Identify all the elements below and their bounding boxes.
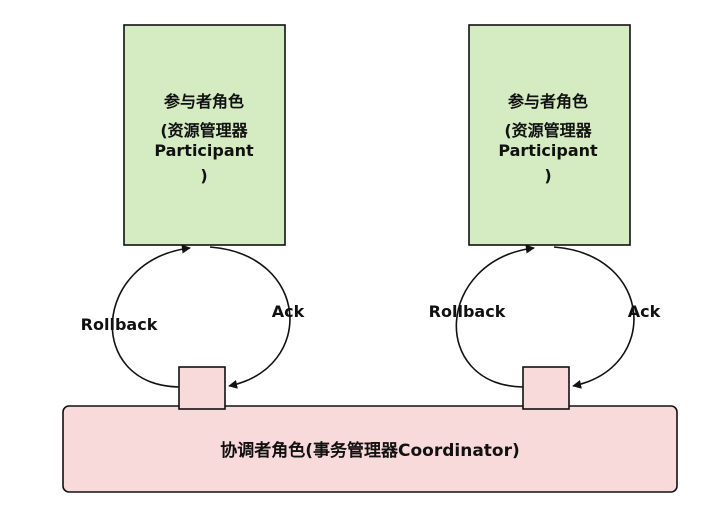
participant-1: 参与者角色 (资源管理器 Participant ) Rollback Ack bbox=[81, 24, 305, 410]
participant-line-1: 参与者角色 bbox=[508, 92, 588, 111]
participant-line-2: (资源管理器 bbox=[504, 121, 592, 140]
rollback-label: Rollback bbox=[81, 315, 158, 334]
participant-line-3: Participant bbox=[154, 141, 254, 160]
two-phase-commit-diagram: 协调者角色(事务管理器Coordinator) 参与者角色 (资源管理器 Par… bbox=[62, 24, 678, 493]
participant-line-1: 参与者角色 bbox=[164, 92, 244, 111]
ack-label: Ack bbox=[272, 302, 305, 321]
coordinator-port bbox=[178, 366, 226, 410]
coordinator-port bbox=[522, 366, 570, 410]
participant-line-4: ) bbox=[544, 166, 551, 185]
ack-label: Ack bbox=[628, 302, 661, 321]
participant-line-4: ) bbox=[200, 166, 207, 185]
participant-2: 参与者角色 (资源管理器 Participant ) Rollback Ack bbox=[429, 24, 661, 410]
ack-arrow bbox=[553, 246, 635, 389]
coordinator-label: 协调者角色(事务管理器Coordinator) bbox=[220, 440, 520, 461]
rollback-label: Rollback bbox=[429, 302, 506, 321]
participant-line-2: (资源管理器 bbox=[160, 121, 248, 140]
participant-line-3: Participant bbox=[498, 141, 598, 160]
